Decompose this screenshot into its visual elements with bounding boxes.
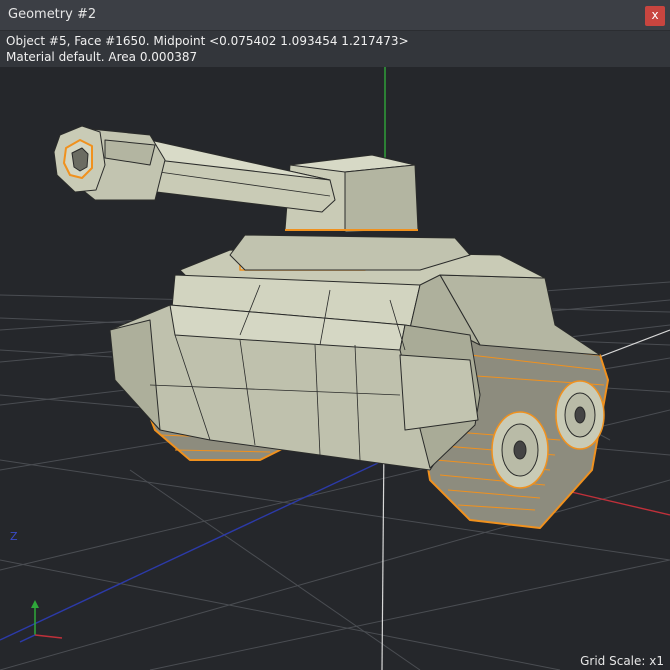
face-info-text: Object #5, Face #1650. Midpoint <0.07540… xyxy=(6,34,409,48)
window-title: Geometry #2 xyxy=(8,7,97,22)
grid-scale-label: Grid Scale: x1 xyxy=(580,654,664,668)
axis-label-z: Z xyxy=(10,530,18,543)
selection-info-panel: Object #5, Face #1650. Midpoint <0.07540… xyxy=(0,31,670,67)
close-button[interactable]: x xyxy=(645,6,665,26)
viewport-canvas[interactable]: Y Z xyxy=(0,47,670,670)
title-bar[interactable]: Geometry #2 x xyxy=(0,0,670,31)
geometry-window: Geometry #2 x Z Grid Scale: x1 Object #5… xyxy=(0,0,670,670)
tank-model[interactable] xyxy=(53,125,609,529)
close-icon: x xyxy=(651,8,659,22)
3d-viewport[interactable]: Y Z xyxy=(0,47,670,670)
material-info-text: Material default. Area 0.000387 xyxy=(6,50,198,64)
